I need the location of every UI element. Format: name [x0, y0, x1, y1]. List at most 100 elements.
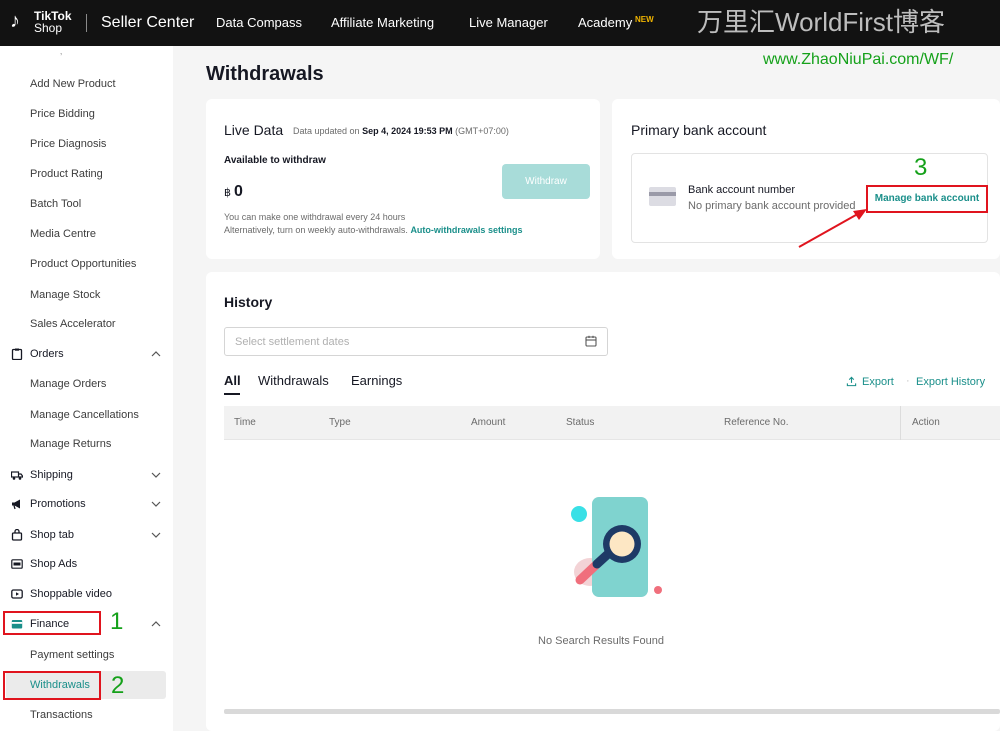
truck-icon: [11, 471, 23, 480]
top-bar: ♪ TikTok Shop Seller Center Data Compass…: [0, 0, 1000, 46]
column-amount: Amount: [471, 417, 506, 428]
sidebar-item-manage-stock[interactable]: Manage Stock: [30, 288, 100, 302]
watermark-url: www.ZhaoNiuPai.com/WF/: [763, 51, 954, 68]
tab-all[interactable]: All: [224, 373, 241, 389]
nav-academy-label: Academy: [578, 15, 633, 30]
empty-state-illustration-icon: [571, 497, 662, 597]
sidebar-item-add-new-product[interactable]: Add New Product: [30, 77, 116, 91]
export-button[interactable]: Export: [862, 375, 894, 389]
history-card: History All Withdrawals Earnings Export …: [206, 272, 1000, 731]
tiktok-note-icon: ♪: [10, 10, 20, 32]
chevron-up-icon: [151, 621, 161, 627]
credit-card-icon: [649, 187, 676, 206]
sidebar-item-manage-orders[interactable]: Manage Orders: [30, 377, 106, 391]
history-title: History: [224, 294, 273, 310]
sidebar-item-manage-cancellations[interactable]: Manage Cancellations: [30, 408, 139, 422]
megaphone-icon: [12, 499, 20, 510]
column-action: Action: [912, 417, 940, 428]
sidebar-section-promotions[interactable]: Promotions: [11, 497, 161, 513]
annotation-arrow-icon: [798, 209, 867, 248]
calendar-icon[interactable]: [585, 335, 597, 347]
clipboard-icon: [11, 348, 23, 360]
sidebar-section-shoppable-video-label: Shoppable video: [30, 588, 112, 600]
video-icon: [11, 589, 23, 599]
sidebar-section-promotions-label: Promotions: [30, 498, 86, 510]
sidebar-item-transactions[interactable]: Transactions: [30, 708, 93, 722]
withdraw-help-line2: Alternatively, turn on weekly auto-withd…: [224, 224, 522, 236]
nav-live-manager[interactable]: Live Manager: [469, 15, 548, 31]
sidebar-item-product-rating[interactable]: Product Rating: [30, 167, 103, 181]
sidebar-item-sales-accelerator[interactable]: Sales Accelerator: [30, 317, 116, 331]
live-data-card: Live Data Data updated on Sep 4, 2024 19…: [206, 99, 600, 259]
page-title: Withdrawals: [206, 63, 324, 85]
sidebar-section-shipping-label: Shipping: [30, 469, 73, 481]
live-data-updated: Data updated on Sep 4, 2024 19:53 PM (GM…: [293, 125, 509, 137]
chevron-up-icon: [151, 351, 161, 357]
annotation-step-2: 2: [111, 672, 125, 699]
settlement-date-input[interactable]: [224, 327, 608, 356]
sidebar-item-manage-returns[interactable]: Manage Returns: [30, 437, 111, 451]
sidebar-item-product-opportunities[interactable]: Product Opportunities: [30, 257, 136, 271]
nav-affiliate-marketing[interactable]: Affiliate Marketing: [331, 15, 434, 31]
balance-amount: 0: [234, 183, 243, 200]
annotation-step-3: 3: [914, 154, 928, 181]
column-time: Time: [234, 417, 256, 428]
sidebar-section-shop-ads-label: Shop Ads: [30, 558, 78, 570]
empty-state-text: No Search Results Found: [538, 635, 664, 647]
sidebar-section-shop-tab-label: Shop tab: [30, 529, 75, 541]
bag-icon: [11, 529, 23, 541]
watermark-title: 万里汇WorldFirst博客: [697, 7, 945, 37]
chevron-down-icon: [151, 501, 161, 507]
export-separator: ·: [906, 375, 910, 387]
sidebar-item-price-diagnosis[interactable]: Price Diagnosis: [30, 137, 106, 151]
withdraw-help-prefix: Alternatively, turn on weekly auto-withd…: [224, 225, 408, 235]
sidebar-cut-off-item: ‚: [60, 46, 63, 57]
column-reference-no: Reference No.: [724, 417, 789, 428]
withdraw-help-line1: You can make one withdrawal every 24 hou…: [224, 212, 406, 222]
bank-card-title: Primary bank account: [631, 122, 767, 138]
export-history-button[interactable]: Export History: [916, 375, 985, 389]
nav-data-compass[interactable]: Data Compass: [216, 15, 302, 31]
live-data-title: Live Data: [224, 122, 284, 138]
column-type: Type: [329, 417, 351, 428]
withdraw-button[interactable]: Withdraw: [502, 164, 590, 199]
manage-bank-account-button[interactable]: Manage bank account: [866, 185, 988, 213]
updated-time: Sep 4, 2024 19:53 PM: [362, 126, 453, 136]
available-label: Available to withdraw: [224, 155, 326, 166]
tab-earnings[interactable]: Earnings: [351, 373, 402, 389]
ads-icon: [11, 559, 23, 569]
annotation-box-withdrawals: [3, 671, 101, 700]
sidebar-item-payment-settings[interactable]: Payment settings: [30, 648, 114, 662]
tiktok-shop-logo[interactable]: ♪ TikTok Shop: [10, 9, 76, 37]
horizontal-scrollbar[interactable]: [224, 709, 1000, 714]
bank-account-number-label: Bank account number: [688, 184, 796, 196]
sidebar-section-shoppable-video[interactable]: Shoppable video: [11, 587, 161, 603]
tab-withdrawals[interactable]: Withdrawals: [258, 373, 329, 389]
updated-prefix: Data updated on: [293, 126, 360, 136]
header-divider: [86, 14, 87, 32]
nav-academy[interactable]: Academy NEW: [578, 15, 654, 31]
sidebar-section-shop-ads[interactable]: Shop Ads: [11, 557, 161, 573]
table-header: Time Type Amount Status Reference No. Ac…: [224, 406, 1000, 440]
currency-symbol: ฿: [224, 187, 231, 199]
column-divider: [900, 406, 901, 440]
sidebar-item-batch-tool[interactable]: Batch Tool: [30, 197, 81, 211]
sidebar-section-orders-label: Orders: [30, 348, 64, 360]
sidebar-item-price-bidding[interactable]: Price Bidding: [30, 107, 95, 121]
column-status: Status: [566, 417, 595, 428]
chevron-down-icon: [151, 532, 161, 538]
sidebar-section-shop-tab[interactable]: Shop tab: [11, 528, 161, 544]
available-balance: ฿ 0: [224, 183, 243, 202]
sidebar-section-shipping[interactable]: Shipping: [11, 468, 161, 484]
auto-withdrawals-settings-link[interactable]: Auto-withdrawals settings: [410, 225, 522, 235]
sidebar-section-orders[interactable]: Orders: [11, 347, 161, 363]
export-icon: [846, 376, 857, 387]
app-title: Seller Center: [101, 14, 195, 31]
updated-timezone: (GMT+07:00): [455, 126, 509, 136]
chevron-down-icon: [151, 472, 161, 478]
brand-line2: Shop: [34, 21, 63, 35]
tab-active-underline: [224, 393, 240, 395]
annotation-box-finance: [3, 611, 101, 635]
new-badge: NEW: [635, 15, 654, 24]
sidebar-item-media-centre[interactable]: Media Centre: [30, 227, 96, 241]
